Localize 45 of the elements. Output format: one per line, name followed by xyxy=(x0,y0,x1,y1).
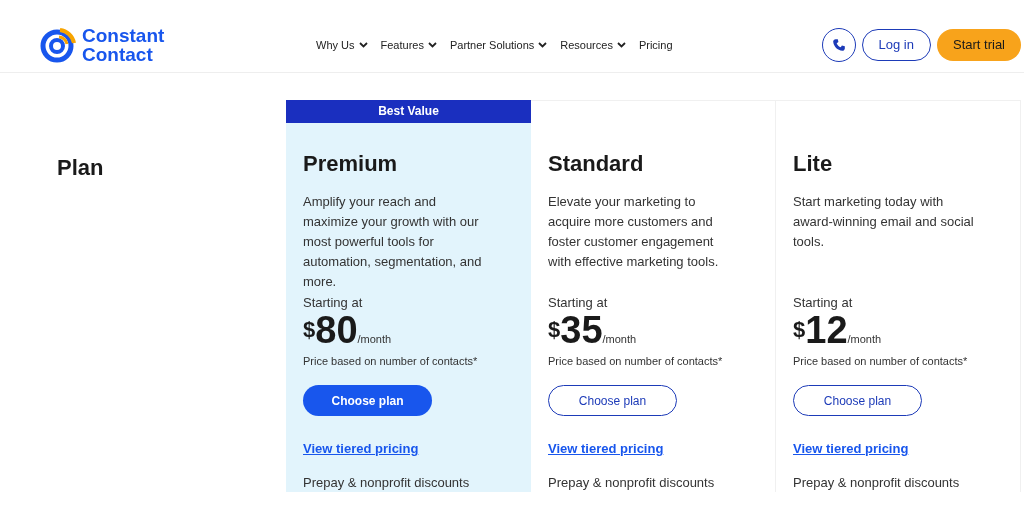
nav-link[interactable]: Resources xyxy=(560,36,626,54)
choose-plan-button[interactable]: Choose plan xyxy=(303,385,432,416)
price-amount: 12 xyxy=(805,310,848,349)
chevron-down-icon xyxy=(358,42,368,48)
plan-name: Lite xyxy=(793,149,834,178)
phone-icon xyxy=(831,38,846,52)
currency-sign: $ xyxy=(303,315,316,342)
starting-label: Starting at xyxy=(548,294,609,311)
price-note: Price based on number of contacts* xyxy=(793,353,969,369)
starting-label: Starting at xyxy=(793,294,854,311)
price-amount: 35 xyxy=(560,310,603,349)
discounts-label: Prepay & nonprofit discounts xyxy=(303,473,471,492)
currency-sign: $ xyxy=(548,315,561,342)
plan-name: Premium xyxy=(303,149,399,178)
start-trial-button[interactable]: Start trial xyxy=(937,29,1021,61)
tiered-pricing-link[interactable]: View tiered pricing xyxy=(303,439,419,459)
nav-link[interactable]: Features xyxy=(380,36,437,54)
price-period: /month xyxy=(357,333,392,347)
starting-label: Starting at xyxy=(303,294,364,311)
nav-link[interactable]: Partner Solutions xyxy=(449,36,548,54)
logo-icon[interactable] xyxy=(40,27,76,63)
nav-link[interactable]: Why Us xyxy=(316,36,368,54)
tiered-pricing-link[interactable]: View tiered pricing xyxy=(793,439,909,459)
discounts-label: Prepay & nonprofit discounts xyxy=(548,473,716,492)
tiered-pricing-link[interactable]: View tiered pricing xyxy=(548,439,664,459)
choose-plan-button[interactable]: Choose plan xyxy=(793,385,922,416)
chevron-down-icon xyxy=(427,42,437,48)
price-amount: 80 xyxy=(315,310,358,349)
price-period: /month xyxy=(847,333,882,347)
plan-description: Amplify your reach and maximize your growth with our most powerful tools for automation, segmentation, and more. xyxy=(303,192,483,291)
logo-text[interactable]: Constant Contact xyxy=(82,26,165,64)
plan-description: Start marketing today with award-winning email and social tools. xyxy=(793,192,975,251)
price-note: Price based on number of contacts* xyxy=(548,353,724,369)
discounts-label: Prepay & nonprofit discounts xyxy=(793,473,961,492)
price-note: Price based on number of contacts* xyxy=(303,353,479,369)
plan-name: Standard xyxy=(548,149,645,178)
plan-description: Elevate your marketing to acquire more customers and foster customer engagement with effective marketing tools. xyxy=(548,192,720,271)
best-value-banner: Best Value xyxy=(286,100,531,123)
price-period: /month xyxy=(602,333,637,347)
currency-sign: $ xyxy=(793,315,806,342)
chevron-down-icon xyxy=(616,42,626,48)
choose-plan-button[interactable]: Choose plan xyxy=(548,385,677,416)
chevron-down-icon xyxy=(538,42,548,48)
plan-heading: Plan xyxy=(57,154,105,182)
nav-link[interactable]: Pricing xyxy=(638,36,673,54)
